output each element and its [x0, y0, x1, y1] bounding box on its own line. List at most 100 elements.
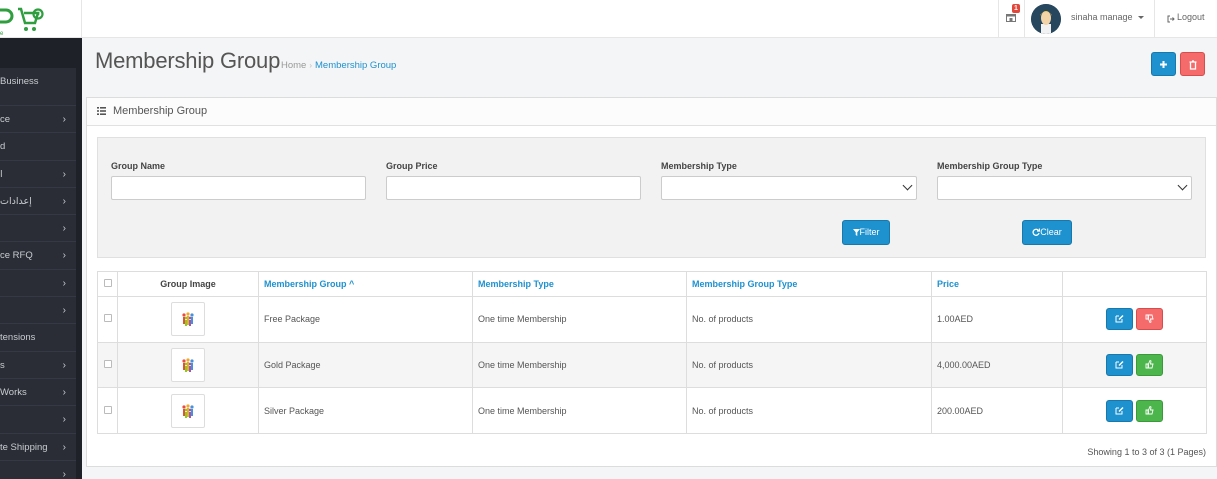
chevron-right-icon: ›	[62, 414, 66, 426]
actions-cell	[1062, 341, 1207, 389]
sidebar-item-label: ce RFQ	[0, 250, 33, 262]
group-image	[171, 302, 205, 337]
breadcrumb-separator: ›	[309, 61, 313, 70]
main-content: Membership Group Home › Membership Group M…	[82, 38, 1217, 479]
column-header-group-image: Group Image	[117, 271, 259, 297]
actions-cell	[1062, 296, 1207, 343]
table-header-row: Group Image Membership Group ^ Membershi…	[97, 271, 1207, 297]
add-new-button[interactable]	[1151, 52, 1176, 76]
chevron-right-icon: ›	[62, 386, 66, 398]
table-row: Gold Package One time Membership No. of pr…	[97, 341, 1207, 389]
sidebar-item[interactable]: tensions	[0, 324, 82, 352]
membership-group-type-select[interactable]	[937, 176, 1192, 200]
column-header-membership-group-type[interactable]: Membership Group Type	[686, 271, 932, 297]
select-all-checkbox[interactable]	[97, 271, 118, 297]
list-icon	[97, 107, 106, 115]
breadcrumb-current[interactable]: Membership Group	[315, 60, 396, 71]
sidebar-item[interactable]: ›	[0, 297, 82, 325]
table-body: Free Package One time Membership No. of pr…	[97, 296, 1207, 435]
sidebar-item[interactable]: ce RFQ ›	[0, 242, 82, 270]
avatar	[1031, 4, 1061, 34]
sidebar-item[interactable]: ›	[0, 270, 82, 298]
delete-selected-button[interactable]	[1180, 52, 1205, 76]
sidebar-item[interactable]: Works ›	[0, 379, 82, 407]
sidebar-item[interactable]: s ›	[0, 352, 82, 379]
breadcrumb-home[interactable]: Home	[281, 60, 306, 71]
table-row: Free Package One time Membership No. of pr…	[97, 296, 1207, 343]
edit-button[interactable]	[1105, 308, 1133, 331]
sidebar-item[interactable]: ce ›	[0, 106, 82, 134]
sidebar-item-label: ce	[0, 114, 11, 125]
row-checkbox[interactable]	[97, 296, 118, 343]
filter-button[interactable]: Filter	[842, 220, 890, 245]
svg-text:e: e	[0, 31, 4, 37]
user-menu[interactable]: sinaha manage	[1024, 0, 1154, 38]
membership-group-type-label: Membership Group Type	[937, 161, 1043, 171]
sidebar-item-label: Works	[0, 386, 27, 398]
breadcrumb: Home › Membership Group	[281, 60, 396, 71]
table-row: Silver Package One time Membership No. of …	[97, 387, 1207, 435]
logout-button[interactable]: Logout	[1154, 0, 1217, 38]
sidebar: Business ce › d ا › إعدادات › › ce RFQ › › › tensions…	[0, 38, 82, 479]
group-price-input[interactable]	[386, 176, 641, 200]
group-name-label: Group Name	[111, 161, 166, 171]
cart-logo-icon: e	[0, 7, 44, 37]
chevron-right-icon: ›	[62, 195, 66, 207]
sidebar-item[interactable]: te Shipping ›	[0, 434, 82, 461]
row-checkbox[interactable]	[97, 387, 118, 435]
sidebar-item[interactable]: ›	[0, 461, 82, 479]
people-group-icon	[182, 312, 194, 327]
column-header-membership-type[interactable]: Membership Type	[472, 271, 687, 297]
membership-type-cell: One time Membership	[472, 387, 687, 435]
filter-button-label: Filter	[859, 227, 880, 237]
chevron-down-icon	[902, 180, 913, 191]
enable-button[interactable]	[1136, 354, 1164, 377]
pencil-icon	[1115, 361, 1124, 369]
group-image-cell	[117, 296, 259, 343]
membership-group-type-cell: No. of products	[686, 296, 932, 343]
sidebar-item-label: s	[0, 359, 5, 371]
thumbs-up-icon	[1145, 405, 1154, 415]
sidebar-item[interactable]: إعدادات ›	[0, 188, 82, 216]
checkbox-box	[103, 279, 112, 287]
sidebar-item[interactable]: Business	[0, 68, 82, 106]
notification-button[interactable]: 1	[998, 0, 1024, 38]
membership-type-select[interactable]	[661, 176, 917, 200]
edit-button[interactable]	[1105, 354, 1133, 377]
username: sinaha manage	[1071, 12, 1133, 22]
logo[interactable]: e	[0, 0, 82, 38]
thumbs-down-icon	[1145, 314, 1154, 324]
checkbox-box	[103, 360, 112, 369]
sidebar-item-label: d	[0, 141, 6, 153]
filter-icon	[852, 229, 860, 236]
chevron-right-icon: ›	[62, 277, 66, 289]
sidebar-menu: Business ce › d ا › إعدادات › › ce RFQ › › › tensions…	[0, 68, 82, 479]
panel-heading: Membership Group	[87, 98, 1216, 126]
sidebar-item[interactable]: ا ›	[0, 161, 82, 188]
membership-group-cell: Gold Package	[258, 341, 473, 389]
column-header-membership-group[interactable]: Membership Group ^	[258, 271, 473, 297]
sidebar-item-label: ا	[0, 168, 3, 180]
chevron-right-icon: ›	[62, 359, 66, 371]
membership-group-panel: Membership Group Group Name Group Price …	[86, 97, 1217, 467]
disable-button[interactable]	[1136, 308, 1164, 331]
group-image	[171, 348, 205, 383]
checkbox-box	[103, 405, 112, 414]
row-checkbox[interactable]	[97, 341, 118, 389]
people-group-icon	[182, 358, 194, 373]
sidebar-item-label: tensions	[0, 332, 36, 344]
clear-button[interactable]: Clear	[1022, 220, 1072, 245]
membership-group-type-cell: No. of products	[686, 341, 932, 389]
column-header-price[interactable]: Price	[931, 271, 1063, 297]
membership-group-cell: Silver Package	[258, 387, 473, 435]
membership-group-type-cell: No. of products	[686, 387, 932, 435]
chevron-right-icon: ›	[62, 441, 66, 453]
sidebar-item[interactable]: ›	[0, 215, 82, 243]
chevron-down-icon	[1177, 180, 1188, 191]
enable-button[interactable]	[1136, 399, 1164, 422]
group-name-input[interactable]	[111, 176, 366, 200]
edit-button[interactable]	[1105, 399, 1133, 422]
checkbox-box	[103, 314, 112, 323]
sidebar-item[interactable]: d	[0, 133, 82, 161]
sidebar-item[interactable]: ›	[0, 406, 82, 434]
